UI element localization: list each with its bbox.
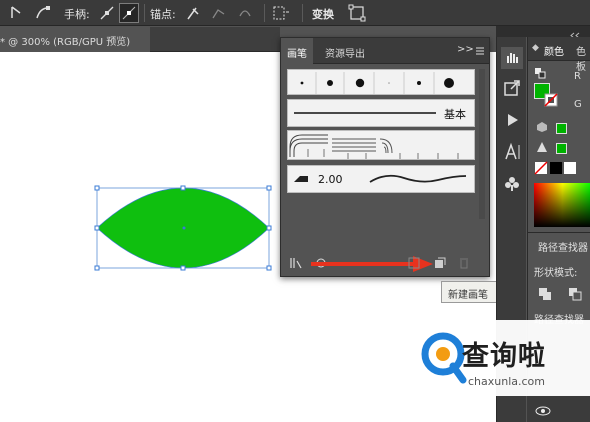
- handle-label: 手柄:: [64, 8, 90, 21]
- transform-button[interactable]: 变换: [312, 6, 334, 22]
- export-icon[interactable]: [501, 77, 523, 99]
- transform-each-icon[interactable]: [348, 4, 366, 22]
- tab-brushes-label: 画笔: [287, 49, 307, 60]
- in-gamut-swatch[interactable]: [556, 143, 567, 154]
- watermark-url: chaxunla.com: [468, 375, 545, 388]
- basic-brush-stroke: [294, 112, 436, 114]
- stroke-none-swatch[interactable]: [544, 93, 558, 107]
- cube-icon: [537, 122, 547, 132]
- watermark-text: 查询啦: [462, 341, 546, 372]
- layers-row: [527, 395, 590, 422]
- separator: [264, 4, 265, 22]
- tab-swatches[interactable]: 色板: [576, 43, 590, 73]
- separator: [302, 4, 303, 22]
- brush-size-label: 2.00: [318, 173, 343, 186]
- tab-brushes[interactable]: 画笔: [281, 38, 313, 64]
- tooltip-text: 新建画笔: [448, 290, 488, 301]
- selection-handle: [266, 225, 272, 231]
- brush-list: 基本 2.00: [287, 69, 475, 219]
- brush-libraries-icon[interactable]: [289, 256, 305, 270]
- panel-menu-icon[interactable]: [475, 46, 485, 56]
- brush-list-scrollbar[interactable]: [479, 69, 485, 219]
- illustrator-window: 手柄: 锚点: 变换 * @ 300% (RGB/GPU 预览) 画笔 资源导出…: [0, 0, 590, 422]
- panel-collapse-icon[interactable]: >>: [457, 44, 474, 55]
- selection-handle: [94, 185, 100, 191]
- swap-colors-icon[interactable]: [534, 67, 548, 79]
- handle-hide-icon: [122, 6, 136, 20]
- selection-handle: [266, 185, 272, 191]
- hand-tool-icon[interactable]: [501, 47, 523, 69]
- document-tab-bar: * @ 300% (RGB/GPU 预览): [0, 27, 280, 52]
- separator: [144, 4, 145, 22]
- anchor-cut-icon[interactable]: [236, 4, 254, 22]
- center-point: [182, 226, 186, 230]
- selection-handle: [180, 265, 186, 271]
- delete-brush-icon[interactable]: [457, 256, 471, 270]
- anchor-remove-icon[interactable]: [184, 4, 202, 22]
- color-panel: ◆ 颜色 色板 R G: [527, 37, 590, 232]
- shape-modes-label: 形状模式:: [534, 268, 578, 279]
- document-tab-title: * @ 300% (RGB/GPU 预览): [0, 37, 131, 48]
- brush-preset-icon: [294, 176, 308, 182]
- document-tab[interactable]: * @ 300% (RGB/GPU 预览): [0, 27, 150, 52]
- brushes-panel-footer: [281, 250, 489, 276]
- pattern-brushes-row: [289, 134, 459, 159]
- anchor-connect-icon[interactable]: [210, 4, 228, 22]
- selection-handle: [94, 265, 100, 271]
- control-bar: 手柄: 锚点: 变换: [0, 0, 590, 26]
- r-channel-label: R: [574, 71, 581, 82]
- list-item[interactable]: 基本: [287, 99, 475, 127]
- tab-color[interactable]: 颜色: [544, 43, 564, 58]
- list-item[interactable]: [287, 130, 475, 160]
- none-black-white-swatches[interactable]: [534, 161, 578, 175]
- curve-anchor-icon[interactable]: [34, 4, 52, 22]
- new-brush-icon[interactable]: [433, 256, 447, 270]
- unite-icon[interactable]: [538, 287, 552, 301]
- calligraphic-brushes-row: [300, 72, 454, 94]
- tab-asset-export[interactable]: 资源导出: [315, 38, 375, 64]
- color-panel-tabs: ◆ 颜色 色板: [528, 37, 590, 73]
- new-brush-tooltip: 新建画笔: [441, 281, 499, 303]
- collapse-arrows-icon[interactable]: ◆: [532, 43, 539, 53]
- handle-hide-button[interactable]: [119, 3, 139, 23]
- g-channel-label: G: [574, 99, 582, 110]
- list-item[interactable]: [287, 69, 475, 95]
- symbols-icon[interactable]: [501, 173, 523, 195]
- anchor-label: 锚点:: [150, 8, 176, 21]
- list-item[interactable]: 2.00: [287, 165, 475, 193]
- selection-handle: [266, 265, 272, 271]
- color-spectrum[interactable]: [534, 183, 590, 227]
- pathfinder-title: 路径查找器: [538, 243, 588, 254]
- panel-dock-header: [496, 26, 590, 39]
- handle-show-icon[interactable]: [98, 4, 116, 22]
- character-panel-icon[interactable]: [501, 141, 523, 163]
- brush-options-icon[interactable]: [407, 256, 421, 270]
- brushes-panel-tabs: 画笔 资源导出 >>: [281, 38, 489, 64]
- brushes-panel: 画笔 资源导出 >> 基本 2.00: [280, 37, 490, 277]
- align-dropdown-icon[interactable]: [272, 4, 290, 22]
- minus-front-icon[interactable]: [568, 287, 582, 301]
- play-action-icon[interactable]: [501, 109, 523, 131]
- selection-handle: [94, 225, 100, 231]
- gamut-warning-icon: [537, 142, 547, 152]
- eye-icon[interactable]: [535, 406, 551, 416]
- selection-handle: [180, 185, 186, 191]
- anchor-convert-icon[interactable]: [8, 4, 26, 22]
- tab-asset-export-label: 资源导出: [325, 49, 365, 60]
- basic-brush-label: 基本: [444, 108, 466, 121]
- web-safe-swatch[interactable]: [556, 123, 567, 134]
- brush-wave-stroke: [369, 174, 467, 183]
